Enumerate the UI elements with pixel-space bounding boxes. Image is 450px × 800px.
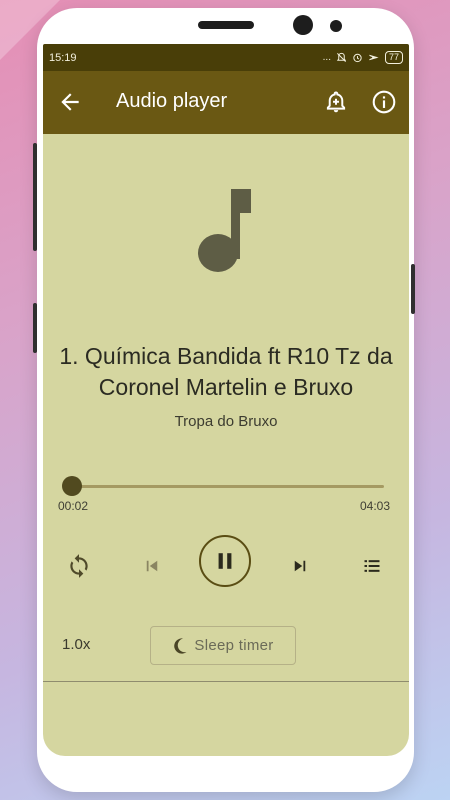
airplane-icon — [369, 54, 379, 61]
previous-icon — [146, 560, 158, 572]
page-title: Audio player — [116, 90, 228, 112]
total-time: 04:03 — [360, 499, 391, 513]
info-icon[interactable] — [371, 89, 397, 115]
status-icons: ... 77 — [323, 51, 403, 64]
playback-speed[interactable]: 1.0x — [62, 636, 90, 653]
divider — [43, 681, 409, 682]
previous-button[interactable] — [140, 552, 164, 580]
repeat-icon — [70, 554, 88, 578]
back-arrow-icon[interactable] — [57, 89, 83, 115]
music-note-icon — [198, 189, 251, 272]
app-bar: Audio player — [43, 71, 409, 134]
side-button-right — [411, 264, 415, 314]
sleep-timer-button[interactable]: Sleep timer — [150, 626, 296, 665]
status-indicators: ... — [322, 52, 331, 63]
sleep-timer-label: Sleep timer — [194, 637, 274, 654]
add-alarm-bell-icon[interactable] — [323, 89, 349, 115]
side-button-left-top — [33, 143, 37, 251]
next-icon — [294, 560, 306, 572]
seek-bar[interactable] — [69, 485, 384, 488]
moon-icon — [174, 637, 187, 654]
phone-camera — [293, 15, 313, 35]
repeat-button[interactable] — [65, 552, 93, 580]
track-artist: Tropa do Bruxo — [174, 413, 278, 430]
track-title: 1. Química Bandida ft R10 Tz da Coronel … — [59, 343, 393, 400]
seek-thumb[interactable] — [61, 476, 82, 496]
battery-icon: 77 — [384, 51, 403, 64]
pause-button[interactable] — [199, 535, 251, 587]
current-time: 00:02 — [58, 499, 89, 513]
app-screen: 15:19 ... 77 Audio player 1. Química Ban… — [43, 44, 409, 756]
playlist-button[interactable] — [360, 552, 384, 580]
phone-speaker — [198, 21, 254, 29]
mute-icon — [336, 52, 347, 62]
pause-icon — [218, 553, 232, 569]
next-button[interactable] — [288, 552, 312, 580]
alarm-icon — [353, 53, 362, 63]
phone-sensor — [330, 20, 342, 32]
status-bar: 15:19 ... 77 — [43, 44, 409, 71]
status-time: 15:19 — [49, 51, 77, 64]
side-button-left-bottom — [33, 303, 37, 353]
playlist-icon — [364, 560, 380, 572]
